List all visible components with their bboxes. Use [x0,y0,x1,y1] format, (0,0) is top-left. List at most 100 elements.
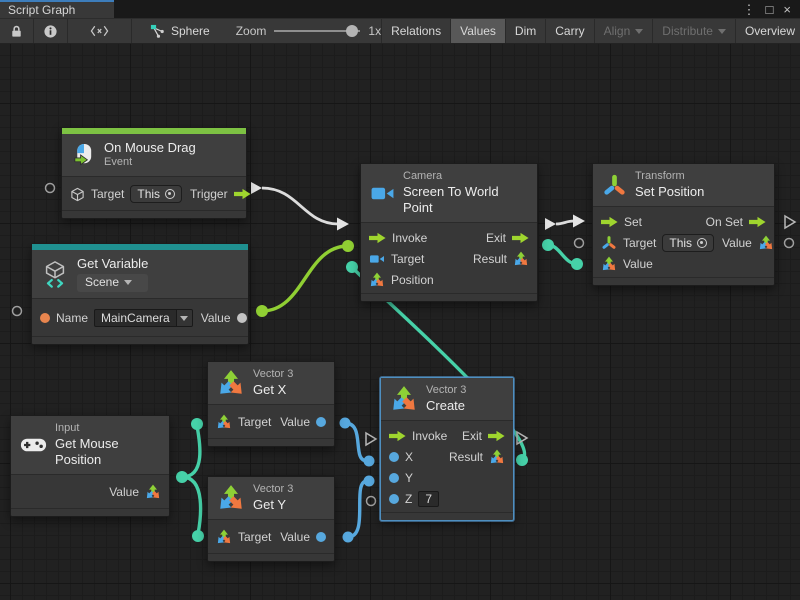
port-input-value-out[interactable] [176,471,188,483]
exit-port[interactable]: Exit [462,429,505,443]
variable-name-field[interactable]: MainCamera [94,309,193,327]
result-port[interactable]: Result [473,251,529,267]
z-port[interactable]: Z 7 [389,491,439,507]
scope-dropdown[interactable]: Scene [77,274,148,292]
node-get-x[interactable]: Vector 3 Get X Target Value [207,361,335,447]
port-camera-target-in[interactable] [342,240,354,252]
toolbar-right-group: Relations Values Dim Carry Align Distrib… [381,19,800,43]
target-port[interactable]: Target [369,251,424,267]
chevron-down-icon [180,316,188,321]
port-transform-valueout-unconnected[interactable] [785,239,794,248]
port-create-x-in[interactable] [364,456,375,467]
distribute-dropdown[interactable]: Distribute [652,19,735,43]
zoom-slider-handle[interactable] [346,25,358,37]
wire-variable-to-target [262,246,348,311]
port-gety-target-in[interactable] [192,530,204,542]
port-transform-value-in[interactable] [571,258,583,270]
relations-button[interactable]: Relations [381,19,450,43]
node-vector3-create[interactable]: Vector 3 Create Invoke Exit [380,377,514,521]
port-trigger-out[interactable] [251,182,262,194]
target-port[interactable]: Target This [70,185,182,203]
port-getx-value-out[interactable] [340,418,351,429]
y-port[interactable]: Y [389,471,413,485]
port-create-invoke-unconnected[interactable] [366,433,376,445]
port-variable-name-unconnected[interactable] [13,307,22,316]
set-port[interactable]: Set [601,215,642,229]
port-create-z-unconnected[interactable] [367,497,376,506]
port-variable-value-out[interactable] [256,305,268,317]
toolbar-left-group [0,19,132,43]
vector3-icon [601,256,617,272]
float-port-dot[interactable] [389,494,399,504]
trigger-port[interactable]: Trigger [190,187,251,201]
name-port[interactable]: Name MainCamera [40,309,193,327]
port-exit-out[interactable] [545,218,556,230]
self-target-icon [165,189,175,199]
node-get-variable[interactable]: Get Variable Scene Name MainCamera [31,243,249,345]
graph-breadcrumb[interactable]: Sphere [150,19,210,43]
float-port-dot[interactable] [389,473,399,483]
on-set-port[interactable]: On Set [706,215,766,229]
invoke-port[interactable]: Invoke [389,429,447,443]
node-kicker: Input [55,422,160,436]
node-subtitle: Event [104,156,196,170]
camera-icon [369,251,385,267]
port-create-result-out[interactable] [516,454,528,466]
port-mousedrag-target-unconnected[interactable] [46,184,55,193]
port-gety-value-out[interactable] [343,532,354,543]
target-port[interactable]: Target [216,529,271,545]
values-button[interactable]: Values [450,19,505,43]
value-out-port[interactable]: Value [722,235,774,251]
node-get-y[interactable]: Vector 3 Get Y Target Value [207,476,335,562]
result-port[interactable]: Result [449,449,505,465]
node-set-position[interactable]: Transform Set Position Set On Set [592,163,775,286]
port-camera-result-out[interactable] [542,239,554,251]
exit-port[interactable]: Exit [486,231,529,245]
target-port[interactable]: Target This [601,234,714,252]
variable-picker-button[interactable] [176,310,192,326]
align-dropdown[interactable]: Align [594,19,653,43]
port-transform-onset-unconnected[interactable] [785,216,795,228]
port-camera-position-in[interactable] [346,261,358,273]
target-port[interactable]: Target [216,414,271,430]
string-port-dot[interactable] [40,313,50,323]
node-get-mouse-position[interactable]: Input Get Mouse Position Value [10,415,170,517]
overview-button[interactable]: Overview [735,19,800,43]
node-on-mouse-drag[interactable]: On Mouse Drag Event Target This T [61,127,247,219]
z-value-field[interactable]: 7 [418,491,439,507]
float-port-dot[interactable] [389,452,399,462]
menu-icon[interactable]: ⋮ [740,3,759,16]
this-target-pill[interactable]: This [662,234,714,252]
port-set-in[interactable] [573,215,585,228]
value-port[interactable]: Value [280,415,326,429]
node-kicker: Vector 3 [253,368,293,382]
close-icon[interactable]: × [780,3,794,16]
graph-canvas[interactable]: On Mouse Drag Event Target This T [0,44,800,600]
maximize-icon[interactable]: □ [763,3,777,16]
float-port-dot[interactable] [316,532,326,542]
value-in-port[interactable]: Value [601,256,653,272]
dim-button[interactable]: Dim [505,19,545,43]
code-preview-button[interactable] [68,19,132,43]
object-port-dot[interactable] [237,313,247,323]
camera-icon [370,181,395,206]
float-port-dot[interactable] [316,417,326,427]
port-invoke-in[interactable] [337,218,349,231]
this-target-pill[interactable]: This [130,185,182,203]
lock-button[interactable] [0,19,34,43]
port-create-y-in[interactable] [364,476,375,487]
zoom-slider[interactable] [274,25,360,37]
value-port[interactable]: Value [201,311,247,325]
port-transform-target-unconnected[interactable] [575,239,584,248]
position-port[interactable]: Position [369,272,434,288]
value-port[interactable]: Value [280,530,326,544]
port-getx-target-in[interactable] [191,418,203,430]
value-port[interactable]: Value [109,484,161,500]
node-footer [62,210,246,218]
tab-script-graph[interactable]: Script Graph [0,0,114,18]
x-port[interactable]: X [389,450,413,464]
invoke-port[interactable]: Invoke [369,231,427,245]
node-screen-to-world-point[interactable]: Camera Screen To World Point Invoke Exit [360,163,538,302]
carry-button[interactable]: Carry [545,19,593,43]
info-button[interactable] [34,19,68,43]
